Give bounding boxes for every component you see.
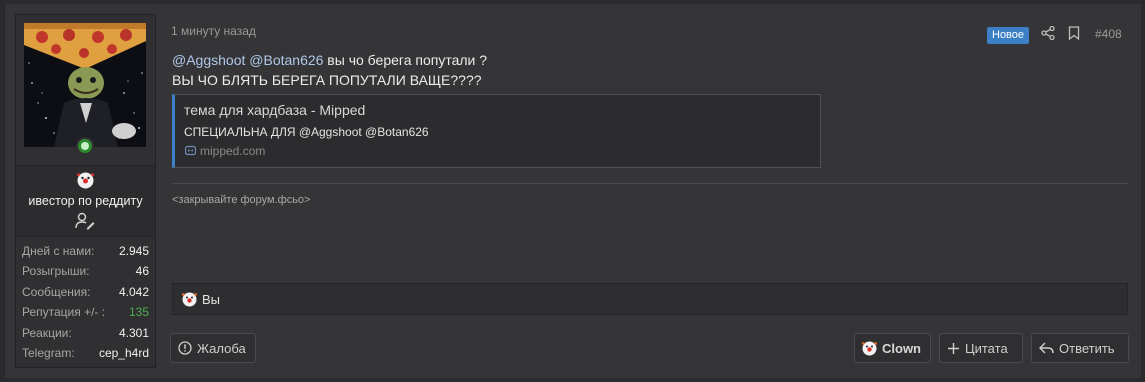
message-text: вы чо берега попутали ? bbox=[323, 52, 488, 68]
embed-site: mipped.com bbox=[200, 144, 266, 158]
reply-button-label: Ответить bbox=[1059, 340, 1115, 356]
quote-button[interactable]: Цитата bbox=[939, 333, 1023, 363]
stat-value[interactable]: 46 bbox=[136, 264, 149, 278]
stat-value: 2.945 bbox=[118, 244, 149, 258]
post-time[interactable]: 1 минуту назад bbox=[171, 24, 256, 38]
mention-link[interactable]: @Aggshoot bbox=[172, 52, 245, 68]
post-number-link[interactable]: #408 bbox=[1095, 27, 1122, 41]
reactions-summary[interactable]: Вы bbox=[202, 292, 220, 307]
stat-label: Telegram: bbox=[22, 345, 75, 360]
post-message: @Aggshoot @Botan626 вы чо берега попутал… bbox=[172, 50, 487, 90]
reputation-value: 135 bbox=[128, 305, 149, 320]
stat-row: Розыгрыши: 46 bbox=[16, 261, 155, 281]
stat-row: Репутация +/- : 135 bbox=[16, 302, 155, 322]
clown-button-label: Clown bbox=[882, 340, 921, 356]
user-edit-icon[interactable] bbox=[75, 212, 95, 230]
pizza-avatar-image bbox=[24, 23, 146, 147]
stat-label: Репутация +/- : bbox=[22, 305, 106, 320]
stat-row: Реакции: 4.301 bbox=[16, 323, 155, 343]
user-title: ивестор по реддиту bbox=[28, 194, 143, 208]
share-icon[interactable] bbox=[1041, 26, 1055, 40]
report-button[interactable]: Жалоба bbox=[170, 333, 256, 363]
stat-value: cep_h4rd bbox=[98, 345, 149, 360]
user-avatar[interactable] bbox=[24, 23, 146, 147]
user-info-column: ивестор по реддиту Дней с нами: 2.945 Ро… bbox=[15, 14, 156, 368]
bookmark-icon[interactable] bbox=[1068, 26, 1080, 40]
reply-arrow-icon bbox=[1039, 342, 1054, 353]
report-button-label: Жалоба bbox=[197, 340, 246, 356]
reactions-bar[interactable]: Вы bbox=[172, 283, 1128, 315]
alert-circle-icon bbox=[178, 341, 192, 355]
signature: <закрывайте форум.фсьо> bbox=[172, 194, 311, 206]
site-favicon-icon bbox=[185, 145, 196, 156]
new-badge: Новое bbox=[987, 27, 1030, 44]
stat-row: Дней с нами: 2.945 bbox=[16, 241, 155, 261]
link-embed[interactable]: тема для хардбаза - Mipped СПЕЦИАЛЬНА ДЛ… bbox=[172, 94, 821, 168]
stat-label: Сообщения: bbox=[22, 284, 91, 299]
message-line-2: ВЫ ЧО БЛЯТЬ БЕРЕГА ПОПУТАЛИ ВАЩЕ???? bbox=[172, 72, 482, 88]
stat-label: Дней с нами: bbox=[22, 244, 95, 258]
stat-value[interactable]: 4.042 bbox=[119, 285, 149, 299]
user-header: ивестор по реддиту bbox=[16, 165, 155, 237]
embed-title[interactable]: тема для хардбаза - Mipped bbox=[184, 102, 365, 118]
mention-link[interactable]: @Botan626 bbox=[249, 52, 323, 68]
clown-badge-icon bbox=[77, 172, 94, 189]
quote-button-label: Цитата bbox=[965, 340, 1008, 356]
stat-label: Реакции: bbox=[22, 325, 72, 340]
clown-reaction-icon bbox=[182, 292, 197, 307]
stat-row: Сообщения: 4.042 bbox=[16, 282, 155, 302]
reply-button[interactable]: Ответить bbox=[1031, 333, 1129, 363]
forum-post: ивестор по реддиту Дней с нами: 2.945 Ро… bbox=[4, 3, 1142, 379]
stat-row: Telegram: cep_h4rd bbox=[16, 343, 155, 363]
plus-icon bbox=[948, 342, 959, 354]
message-line-1: @Aggshoot @Botan626 вы чо берега попутал… bbox=[172, 50, 487, 70]
clown-reaction-button[interactable]: Clown bbox=[854, 333, 931, 363]
clown-icon bbox=[862, 341, 877, 355]
user-stats: Дней с нами: 2.945 Розыгрыши: 46 Сообщен… bbox=[16, 241, 155, 363]
embed-description: СПЕЦИАЛЬНА ДЛЯ @Aggshoot @Botan626 bbox=[184, 125, 429, 139]
stat-value: 4.301 bbox=[118, 325, 149, 340]
stat-label: Розыгрыши: bbox=[22, 264, 90, 279]
online-status-icon bbox=[76, 137, 94, 155]
signature-divider bbox=[172, 183, 1128, 184]
